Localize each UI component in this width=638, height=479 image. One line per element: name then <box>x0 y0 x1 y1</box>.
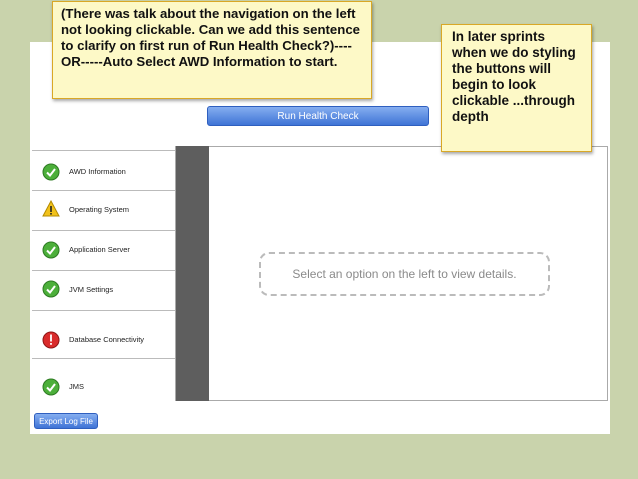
check-icon <box>42 378 60 396</box>
sticky-note-right: In later sprints when we do styling the … <box>441 24 592 152</box>
export-log-file-button[interactable]: Export Log File <box>34 413 98 429</box>
run-health-check-button[interactable]: Run Health Check <box>207 106 429 126</box>
nav-item-jvm-settings[interactable]: JVM Settings <box>32 270 175 310</box>
nav-item-label: JMS <box>69 382 84 391</box>
sticky-note-left: (There was talk about the navigation on … <box>52 1 372 99</box>
nav-item-database-connectivity[interactable]: Database Connectivity <box>32 310 175 358</box>
nav-item-jms[interactable]: JMS <box>32 358 175 401</box>
nav-divider <box>176 146 209 401</box>
nav-item-awd-information[interactable]: AWD Information <box>32 150 175 190</box>
nav-item-application-server[interactable]: Application Server <box>32 230 175 270</box>
warning-icon <box>42 200 60 217</box>
nav-item-label: AWD Information <box>69 167 126 176</box>
nav-sidebar: AWD Information Operating System Applica… <box>32 146 176 401</box>
detail-placeholder: Select an option on the left to view det… <box>259 252 550 296</box>
check-icon <box>42 241 60 259</box>
nav-item-label: Database Connectivity <box>69 335 145 344</box>
nav-item-label: JVM Settings <box>69 285 114 294</box>
check-icon <box>42 163 60 181</box>
check-icon <box>42 280 60 298</box>
nav-item-label: Application Server <box>69 245 130 254</box>
nav-item-operating-system[interactable]: Operating System <box>32 190 175 230</box>
nav-item-label: Operating System <box>69 205 130 214</box>
error-icon <box>42 331 60 349</box>
